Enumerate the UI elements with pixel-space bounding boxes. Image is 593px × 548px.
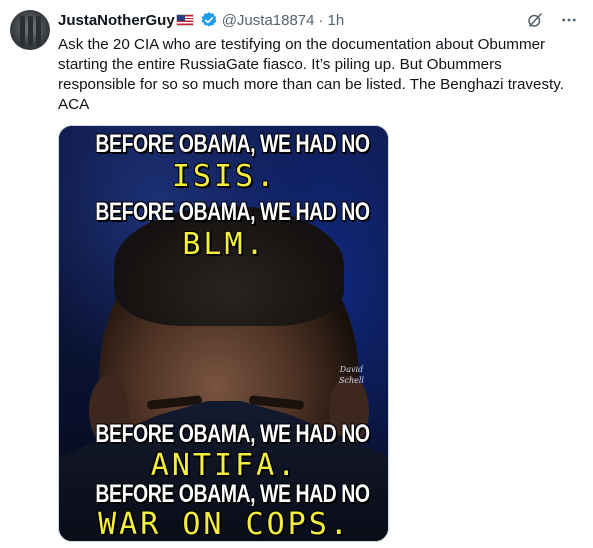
timestamp[interactable]: 1h <box>328 12 345 29</box>
meme-line-2-white: BEFORE OBAMA, WE HAD NO <box>95 198 370 226</box>
separator-dot: · <box>318 11 324 29</box>
meme-line-2-yellow: BLM. <box>182 227 267 262</box>
more-options-icon[interactable] <box>559 10 579 30</box>
meme-line-1-white: BEFORE OBAMA, WE HAD NO <box>95 130 370 158</box>
tweet-header: JustaNotherGuy @Justa18874 · 1h <box>58 10 344 30</box>
tweet-image[interactable]: BEFORE OBAMA, WE HAD NO ISIS. BEFORE OBA… <box>58 125 389 542</box>
meme-line-3-white: BEFORE OBAMA, WE HAD NO <box>95 420 370 448</box>
header-actions <box>525 10 579 30</box>
author-name[interactable]: JustaNotherGuy <box>58 12 175 29</box>
tweet-text: Ask the 20 CIA who are testifying on the… <box>58 36 564 113</box>
us-flag-icon <box>175 14 194 26</box>
meme-line-4-yellow: WAR ON COPS. <box>98 507 351 542</box>
artist-signature: David Schell <box>339 365 364 385</box>
author-handle[interactable]: @Justa18874 <box>222 12 315 29</box>
verified-badge-icon[interactable] <box>200 11 218 29</box>
avatar[interactable] <box>10 10 50 50</box>
meme-line-4-white: BEFORE OBAMA, WE HAD NO <box>95 480 370 508</box>
meme-line-1-yellow: ISIS. <box>171 159 278 194</box>
meme-line-3-yellow: ANTIFA. <box>150 448 299 483</box>
tweet[interactable]: JustaNotherGuy @Justa18874 · 1h Ask the … <box>0 0 593 548</box>
grok-icon[interactable] <box>525 10 545 30</box>
